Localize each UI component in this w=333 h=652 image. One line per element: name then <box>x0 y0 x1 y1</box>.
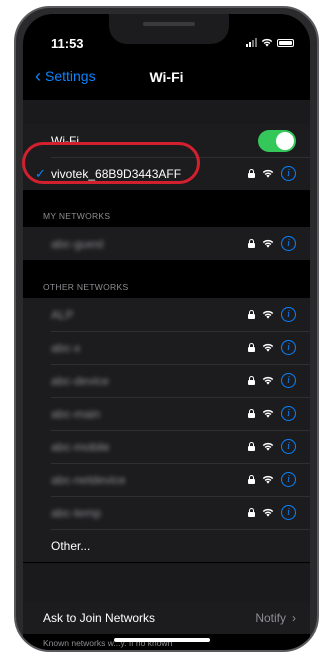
my-networks-group: abc-guest i <box>23 227 310 260</box>
wifi-icon <box>262 343 274 352</box>
network-row[interactable]: abc-x i <box>23 331 310 364</box>
wifi-icon <box>262 376 274 385</box>
info-icon[interactable]: i <box>281 307 296 322</box>
section-spacer <box>23 563 310 601</box>
network-row[interactable]: abc-temp i <box>23 496 310 529</box>
other-network-label: Other... <box>51 538 91 553</box>
wifi-icon <box>262 239 274 248</box>
status-icons <box>246 38 294 47</box>
network-name: abc-mobile <box>51 439 110 454</box>
info-icon[interactable]: i <box>281 406 296 421</box>
lock-icon <box>248 376 255 385</box>
info-icon[interactable]: i <box>281 166 296 181</box>
wifi-icon <box>262 508 274 517</box>
ask-to-join-value: Notify › <box>255 611 296 625</box>
info-icon[interactable]: i <box>281 472 296 487</box>
network-name: abc-device <box>51 373 110 388</box>
my-networks-header: MY NETWORKS <box>43 211 111 221</box>
info-icon[interactable]: i <box>281 236 296 251</box>
info-icon[interactable]: i <box>281 505 296 520</box>
notch <box>109 14 229 44</box>
wifi-icon <box>262 409 274 418</box>
lock-icon <box>248 442 255 451</box>
page-title: Wi-Fi <box>149 69 184 85</box>
lock-icon <box>248 508 255 517</box>
wifi-icon <box>262 475 274 484</box>
network-row[interactable]: abc-mobile i <box>23 430 310 463</box>
network-row[interactable]: abc-netdevice i <box>23 463 310 496</box>
wifi-icon <box>262 310 274 319</box>
screen: 11:53 ‹ Settings Wi-Fi Wi-Fi ✓ vivotek_6… <box>23 14 310 650</box>
lock-icon <box>248 475 255 484</box>
wifi-toggle[interactable] <box>258 129 296 152</box>
ask-to-join-group: Ask to Join Networks Notify › <box>23 601 310 634</box>
network-row[interactable]: abc-guest i <box>23 227 310 260</box>
network-name: abc-x <box>51 340 81 355</box>
wifi-icon <box>262 442 274 451</box>
chevron-right-icon: › <box>292 610 296 625</box>
ask-to-join-label: Ask to Join Networks <box>43 610 156 625</box>
ask-to-join-row[interactable]: Ask to Join Networks Notify › <box>23 601 310 634</box>
network-name: abc-temp <box>51 505 102 520</box>
network-name: abc-netdevice <box>51 472 126 487</box>
battery-icon <box>277 38 294 47</box>
other-networks-header: OTHER NETWORKS <box>43 282 129 292</box>
section-spacer <box>23 100 310 124</box>
other-networks-group: ALP i abc-x i abc-device i abc-main i ab… <box>23 298 310 562</box>
lock-icon <box>248 343 255 352</box>
other-network-row[interactable]: Other... <box>23 529 310 562</box>
lock-icon <box>248 310 255 319</box>
home-indicator[interactable] <box>114 638 210 642</box>
nav-bar: ‹ Settings Wi-Fi <box>23 66 310 96</box>
network-row[interactable]: abc-device i <box>23 364 310 397</box>
info-icon[interactable]: i <box>281 340 296 355</box>
lock-icon <box>248 409 255 418</box>
info-icon[interactable]: i <box>281 439 296 454</box>
red-highlight-outline <box>22 142 200 184</box>
wifi-icon <box>262 169 274 178</box>
network-name: abc-main <box>51 406 101 421</box>
network-row[interactable]: abc-main i <box>23 397 310 430</box>
lock-icon <box>248 239 255 248</box>
network-row[interactable]: ALP i <box>23 298 310 331</box>
network-name: abc-guest <box>51 236 104 251</box>
info-icon[interactable]: i <box>281 373 296 388</box>
status-time: 11:53 <box>51 36 84 51</box>
network-name: ALP <box>51 307 74 322</box>
lock-icon <box>248 169 255 178</box>
phone-frame: 11:53 ‹ Settings Wi-Fi Wi-Fi ✓ vivotek_6… <box>14 6 319 652</box>
cellular-signal-icon <box>246 38 257 47</box>
ask-to-join-value-text: Notify <box>255 610 286 625</box>
status-wifi-icon <box>261 38 273 47</box>
